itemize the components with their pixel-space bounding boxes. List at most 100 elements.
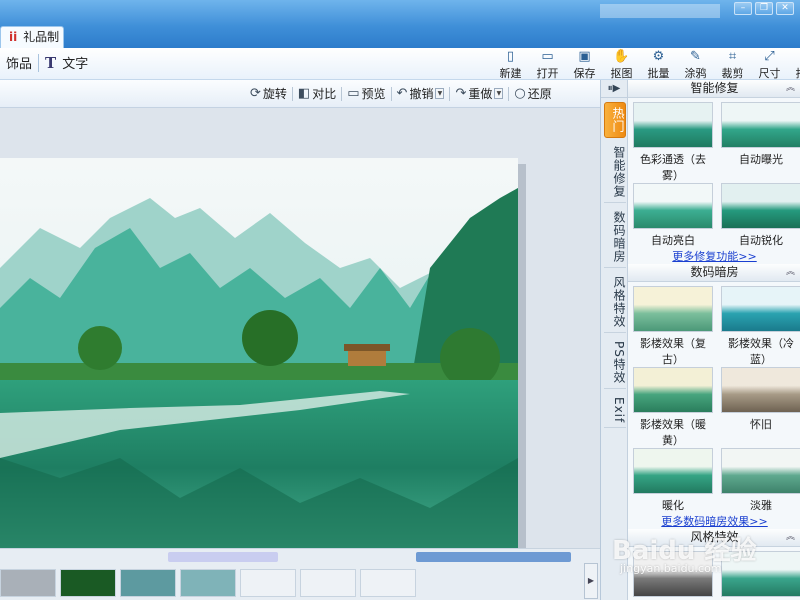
effect-item[interactable]: 影楼效果（复古） bbox=[632, 286, 714, 367]
panel-toggle-icon[interactable]: ⏸▶ bbox=[601, 80, 627, 98]
resize-button[interactable]: ⤢ 尺寸 bbox=[751, 49, 788, 80]
thumbnail[interactable] bbox=[360, 569, 416, 597]
batch-label: 批量 bbox=[647, 67, 670, 80]
save-label: 保存 bbox=[573, 67, 596, 80]
cutout-button[interactable]: ✋ 抠图 bbox=[603, 49, 640, 80]
batch-gear-icon: ⚙ bbox=[652, 49, 665, 64]
main-toolbar: 饰品 T 文字 ▯ 新建 ▭ 打开 ▣ 保存 ✋ 抠图 ⚙ 批量 ✎ 涂鸦 ⌗ … bbox=[0, 48, 800, 80]
thumbnail[interactable] bbox=[180, 569, 236, 597]
tab-digital-darkroom[interactable]: 数码暗房 bbox=[604, 207, 626, 268]
print-icon: ⎙ bbox=[788, 49, 800, 65]
effect-thumbnail bbox=[633, 286, 713, 332]
section-header-digital-darkroom[interactable]: 数码暗房 ︽ bbox=[628, 264, 800, 282]
compare-icon: ◧ bbox=[297, 86, 311, 101]
more-repair-link[interactable]: 更多修复功能>> bbox=[628, 248, 800, 264]
edit-divider bbox=[508, 86, 510, 101]
batch-button[interactable]: ⚙ 批量 bbox=[640, 49, 677, 80]
crop-icon: ⌗ bbox=[728, 49, 737, 64]
redo-dropdown-icon[interactable]: ▼ bbox=[494, 88, 504, 99]
strip-progress-bar bbox=[416, 552, 571, 562]
thumbnail[interactable] bbox=[300, 569, 356, 597]
more-darkroom-link[interactable]: 更多数码暗房效果>> bbox=[628, 513, 800, 529]
effect-label: 淡雅 bbox=[750, 499, 772, 512]
cutout-icon: ✋ bbox=[613, 49, 630, 64]
landscape-photo[interactable] bbox=[0, 158, 518, 556]
new-button[interactable]: ▯ 新建 bbox=[492, 49, 529, 80]
collapse-icon[interactable]: ︽ bbox=[786, 529, 795, 546]
effect-label: 自动亮白 bbox=[651, 234, 695, 247]
effect-thumbnail bbox=[633, 448, 713, 494]
compare-button[interactable]: ◧ 对比 bbox=[298, 85, 336, 102]
resize-icon: ⤢ bbox=[764, 49, 775, 64]
preview-button[interactable]: ▭ 预览 bbox=[347, 85, 385, 102]
doodle-button[interactable]: ✎ 涂鸦 bbox=[677, 49, 714, 80]
rotate-button[interactable]: ⟳ 旋转 bbox=[250, 85, 287, 102]
save-button[interactable]: ▣ 保存 bbox=[566, 49, 603, 80]
section-title: 智能修复 bbox=[690, 81, 739, 95]
effect-item[interactable]: 自动亮白 bbox=[632, 183, 714, 248]
restore-original-button[interactable]: ○ 还原 bbox=[514, 85, 551, 102]
redo-label: 重做 bbox=[468, 87, 493, 101]
undo-dropdown-icon[interactable]: ▼ bbox=[435, 88, 445, 99]
effect-item[interactable]: 怀旧 bbox=[720, 367, 800, 448]
tab-gift-making[interactable]: ii 礼品制作 bbox=[0, 26, 64, 64]
effect-grid: 影楼效果（复古） 影楼效果（冷蓝） 影楼效果（暖黄） 怀旧 暖化 淡雅 bbox=[628, 282, 800, 513]
compare-label: 对比 bbox=[312, 87, 337, 101]
undo-icon: ↶ bbox=[396, 86, 408, 101]
edit-divider bbox=[390, 86, 392, 101]
crop-button[interactable]: ⌗ 裁剪 bbox=[714, 49, 751, 80]
preview-icon: ▭ bbox=[347, 86, 360, 101]
redo-button[interactable]: ↷ 重做 ▼ bbox=[455, 85, 504, 102]
tab-hot[interactable]: 热门 bbox=[604, 102, 626, 138]
effect-item[interactable]: 自动曝光 bbox=[720, 102, 800, 183]
tab-smart-repair[interactable]: 智能修复 bbox=[604, 142, 626, 203]
effect-thumbnail bbox=[633, 183, 713, 229]
print-button[interactable]: ⎙ 打印 bbox=[788, 49, 800, 80]
thumbnail[interactable] bbox=[240, 569, 296, 597]
thumbnail-strip: ▶ bbox=[0, 548, 600, 600]
effect-item[interactable]: 暖化 bbox=[632, 448, 714, 513]
canvas[interactable] bbox=[0, 108, 600, 564]
effect-item[interactable]: 自动锐化 bbox=[720, 183, 800, 248]
close-button[interactable]: ✕ bbox=[776, 2, 794, 15]
tab-ps-effects[interactable]: PS特效 bbox=[604, 337, 626, 389]
undo-button[interactable]: ↶ 撤销 ▼ bbox=[397, 85, 445, 102]
collapse-icon[interactable]: ︽ bbox=[786, 264, 795, 281]
effect-thumbnail bbox=[721, 367, 800, 413]
effect-label: 暖化 bbox=[662, 499, 684, 512]
section-header-smart-repair[interactable]: 智能修复 ︽ bbox=[628, 80, 800, 98]
ornament-button[interactable]: 饰品 bbox=[6, 53, 32, 72]
thumbnail[interactable] bbox=[0, 569, 56, 597]
resize-label: 尺寸 bbox=[758, 67, 781, 80]
thumbnail[interactable] bbox=[120, 569, 176, 597]
section-title: 数码暗房 bbox=[690, 265, 739, 279]
effect-label: 影楼效果（复古） bbox=[640, 337, 706, 366]
tab-exif[interactable]: Exif bbox=[604, 393, 626, 429]
thumbnail[interactable] bbox=[60, 569, 116, 597]
effect-label: 自动锐化 bbox=[739, 234, 783, 247]
text-T-icon: T bbox=[45, 53, 57, 72]
edit-divider bbox=[341, 86, 343, 101]
effect-item[interactable]: 影楼效果（冷蓝） bbox=[720, 286, 800, 367]
effect-item[interactable]: 影楼效果（暖黄） bbox=[632, 367, 714, 448]
open-button[interactable]: ▭ 打开 bbox=[529, 49, 566, 80]
gift-icon: ii bbox=[9, 30, 18, 44]
text-button[interactable]: 文字 bbox=[62, 53, 88, 72]
open-label: 打开 bbox=[536, 67, 559, 80]
baidu-watermark-url: jingyan.baidu.com bbox=[620, 562, 722, 575]
save-disk-icon: ▣ bbox=[578, 49, 591, 64]
tab-style-effects[interactable]: 风格特效 bbox=[604, 272, 626, 333]
toolbar-left-group: 饰品 T 文字 bbox=[6, 53, 88, 72]
strip-scroll-right-icon[interactable]: ▶ bbox=[584, 563, 598, 599]
strip-label-blur bbox=[168, 552, 278, 562]
effect-item[interactable]: 淡雅 bbox=[720, 448, 800, 513]
new-file-icon: ▯ bbox=[506, 49, 515, 64]
undo-label: 撤销 bbox=[409, 87, 434, 101]
effect-thumbnail bbox=[721, 448, 800, 494]
edit-divider bbox=[291, 86, 293, 101]
effect-item[interactable]: 色彩通透（去雾） bbox=[632, 102, 714, 183]
doodle-label: 涂鸦 bbox=[684, 67, 707, 80]
minimize-button[interactable]: – bbox=[734, 2, 752, 15]
collapse-icon[interactable]: ︽ bbox=[786, 80, 795, 97]
restore-button[interactable]: ❐ bbox=[755, 2, 773, 15]
